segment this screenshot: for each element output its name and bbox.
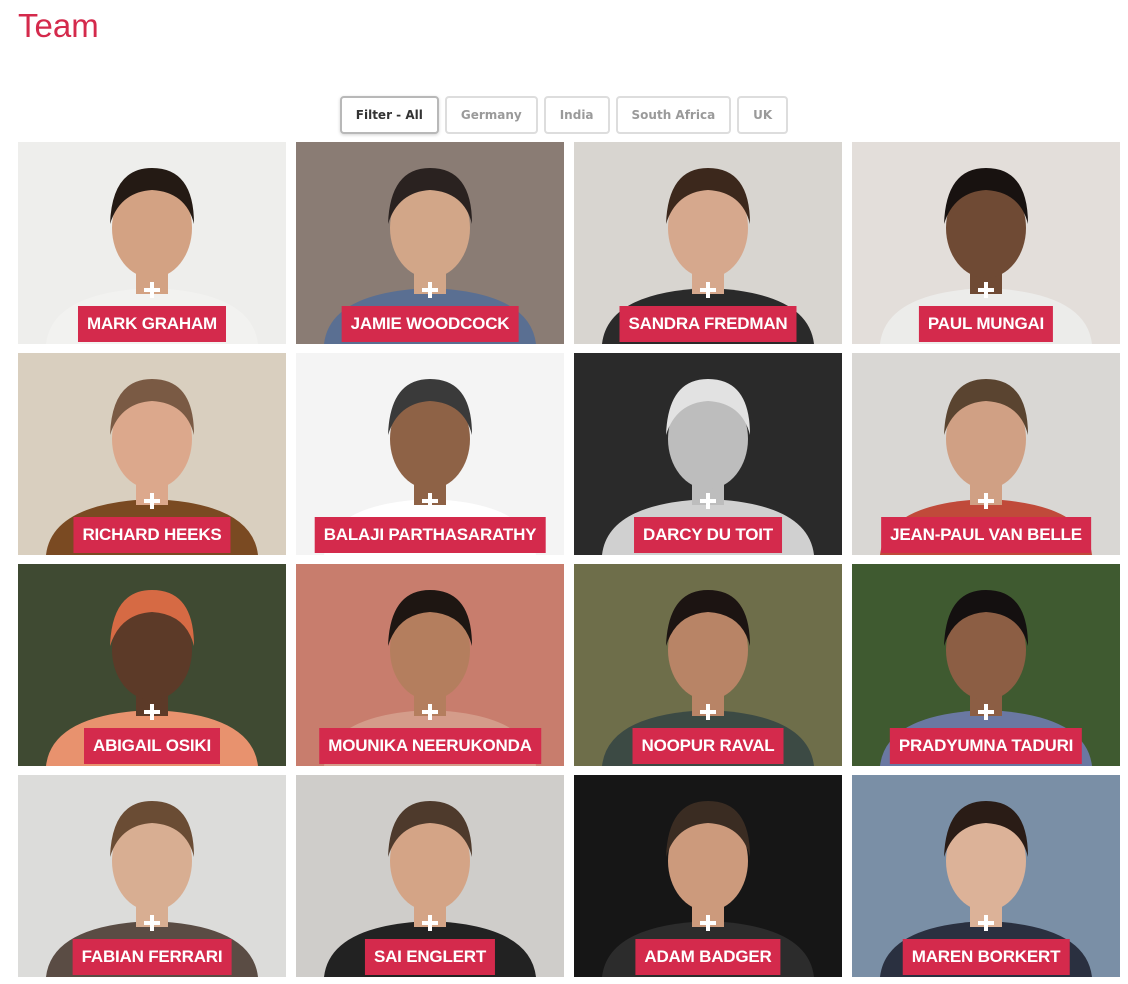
plus-icon[interactable] xyxy=(700,915,716,931)
member-name: ABIGAIL OSIKI xyxy=(84,728,220,764)
member-name: MOUNIKA NEERUKONDA xyxy=(319,728,541,764)
team-card[interactable]: PAUL MUNGAI xyxy=(852,142,1120,344)
plus-icon[interactable] xyxy=(422,282,438,298)
plus-icon[interactable] xyxy=(978,704,994,720)
filter-all-button[interactable]: Filter - All xyxy=(339,96,439,134)
team-card[interactable]: PRADYUMNA TADURI xyxy=(852,564,1120,766)
plus-icon[interactable] xyxy=(422,704,438,720)
member-name: PAUL MUNGAI xyxy=(918,306,1054,342)
team-card[interactable]: MAREN BORKERT xyxy=(852,775,1120,977)
team-card[interactable]: MARK GRAHAM xyxy=(18,142,286,344)
team-card[interactable]: DARCY DU TOIT xyxy=(574,353,842,555)
team-card[interactable]: JAMIE WOODCOCK xyxy=(296,142,564,344)
member-name: SANDRA FREDMAN xyxy=(619,306,797,342)
plus-icon[interactable] xyxy=(700,493,716,509)
member-name: PRADYUMNA TADURI xyxy=(889,728,1083,764)
plus-icon[interactable] xyxy=(144,493,160,509)
filter-south-africa-button[interactable]: South Africa xyxy=(615,96,732,134)
member-name: JEAN-PAUL VAN BELLE xyxy=(881,517,1091,553)
team-card[interactable]: MOUNIKA NEERUKONDA xyxy=(296,564,564,766)
plus-icon[interactable] xyxy=(978,915,994,931)
plus-icon[interactable] xyxy=(700,704,716,720)
team-card[interactable]: JEAN-PAUL VAN BELLE xyxy=(852,353,1120,555)
member-name: BALAJI PARTHASARATHY xyxy=(314,517,546,553)
plus-icon[interactable] xyxy=(422,915,438,931)
plus-icon[interactable] xyxy=(978,493,994,509)
plus-icon[interactable] xyxy=(144,704,160,720)
filter-bar: Filter - All Germany India South Africa … xyxy=(0,96,1128,134)
filter-india-button[interactable]: India xyxy=(543,96,610,134)
filter-germany-button[interactable]: Germany xyxy=(444,96,538,134)
member-name: RICHARD HEEKS xyxy=(73,517,231,553)
plus-icon[interactable] xyxy=(422,493,438,509)
team-grid: MARK GRAHAM JAMIE WOODCOCK SANDRA FREDMA… xyxy=(18,142,1120,977)
page-title: Team xyxy=(18,7,99,44)
team-card[interactable]: ADAM BADGER xyxy=(574,775,842,977)
member-name: ADAM BADGER xyxy=(635,939,781,975)
member-name: JAMIE WOODCOCK xyxy=(341,306,519,342)
team-card[interactable]: NOOPUR RAVAL xyxy=(574,564,842,766)
member-name: MARK GRAHAM xyxy=(77,306,227,342)
plus-icon[interactable] xyxy=(144,282,160,298)
filter-uk-button[interactable]: UK xyxy=(737,96,789,134)
team-card[interactable]: FABIAN FERRARI xyxy=(18,775,286,977)
member-name: DARCY DU TOIT xyxy=(634,517,782,553)
plus-icon[interactable] xyxy=(978,282,994,298)
plus-icon[interactable] xyxy=(700,282,716,298)
member-name: SAI ENGLERT xyxy=(364,939,496,975)
member-name: NOOPUR RAVAL xyxy=(632,728,784,764)
team-page: Team Filter - All Germany India South Af… xyxy=(0,0,1128,984)
member-name: MAREN BORKERT xyxy=(902,939,1070,975)
team-card[interactable]: RICHARD HEEKS xyxy=(18,353,286,555)
team-card[interactable]: SAI ENGLERT xyxy=(296,775,564,977)
team-card[interactable]: ABIGAIL OSIKI xyxy=(18,564,286,766)
member-name: FABIAN FERRARI xyxy=(72,939,232,975)
team-card[interactable]: SANDRA FREDMAN xyxy=(574,142,842,344)
team-card[interactable]: BALAJI PARTHASARATHY xyxy=(296,353,564,555)
plus-icon[interactable] xyxy=(144,915,160,931)
